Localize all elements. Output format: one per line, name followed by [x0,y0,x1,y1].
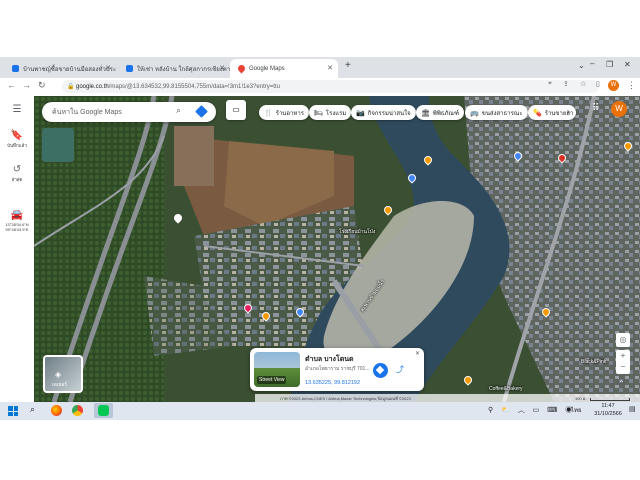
imagery-attribution: ภาพ ©2023 Airbus,CNES / Airbus,Maxar Tec… [280,396,411,401]
chip-transit[interactable]: 🚌 ขนส่งสาธารณะ [465,105,528,120]
tab-title: บ้านพาชญ์ซื้อขายบ้านมือสองทั่วประเทศ [23,66,116,73]
chip-things-to-do[interactable]: 📷 กิจกรรมน่าสนใจ [351,105,416,120]
windows-logo-icon [8,406,13,411]
new-tab-button[interactable]: + [345,60,351,71]
account-avatar[interactable]: W [611,101,627,117]
bookmark-icon: 🔖 [10,130,24,141]
share-icon[interactable]: ⇪ [563,80,569,88]
close-tab-icon[interactable]: ✕ [105,64,111,72]
recent-coords: 13°38'04.6"N 99°48'43.9"E [5,222,29,232]
taskbar-date[interactable]: 31/10/2566 [588,411,628,417]
apps-grid-icon[interactable]: ⠿ [592,103,599,114]
recent-label: ล่าสุด [11,177,23,182]
notification-icon[interactable]: ▤ [629,405,636,413]
firefox-icon[interactable] [51,405,62,416]
history-icon: ↺ [12,164,22,175]
search-icon[interactable]: ⌕ [176,105,181,116]
camera-icon: 📷 [356,109,365,117]
card-coordinates[interactable]: 13.635225, 99.812192 [305,380,360,386]
scale-bar [590,398,630,401]
site-favicon-icon [12,65,19,72]
chevron-down-icon[interactable]: ⌄ [578,61,585,70]
forward-arrow-icon[interactable]: → [22,80,31,90]
chip-museums[interactable]: 🏛 พิพิธภัณฑ์ [416,105,464,120]
share-icon[interactable]: ⤴ [396,364,404,375]
saved-label: บันทึกแล้ว [7,143,27,148]
street-view-thumbnail[interactable]: Street View [254,352,300,387]
back-arrow-icon[interactable]: ← [7,80,16,90]
tab-1[interactable]: บ้านพาชญ์ซื้อขายบ้านมือสองทั่วประเทศ ✕ [4,59,116,78]
reload-icon[interactable]: ↻ [38,80,46,91]
hamburger-menu-button[interactable]: ☰ [0,104,34,116]
line-app-button[interactable] [94,403,113,418]
pill-icon: 💊 [533,109,542,117]
tab-title: ให้เช่า หลังบ้าน ใกล้ศุลกากรเชียงคาน [137,66,230,73]
fork-knife-icon: 🍴 [264,109,273,117]
location-icon[interactable]: ⌖ [548,80,552,88]
layers-button[interactable]: ◈ เลเยอร์ [43,355,83,393]
system-tray-icons[interactable]: ⚲ ⛅ ︿ ▭ ⌨ ◉ [488,405,575,415]
chip-hotels[interactable]: 🛏 โรงแรม [309,105,352,120]
star-icon[interactable]: ☆ [580,80,586,88]
google-maps-favicon-icon [236,63,247,74]
bus-icon: 🚌 [470,109,479,117]
blank-area [0,420,640,480]
menu-icon: ☰ [12,104,22,115]
map-label-cafe[interactable]: Black&Pink [581,359,606,365]
card-subtitle: อำเภอโพธาราม ราชบุรี 701... [305,366,370,372]
lock-icon: 🔒 [67,84,75,90]
directions-icon[interactable] [195,105,208,118]
map-label-bakery[interactable]: Coffee&Bakery [489,386,523,392]
car-icon: 🚘 [10,210,24,221]
address-bar[interactable]: 🔒 google.co.th/maps/@13.634532,99.815550… [62,80,599,93]
expand-icon[interactable]: ⌃ [618,379,625,388]
directions-icon [375,365,385,375]
maps-side-rail: ☰ 🔖 บันทึกแล้ว ↺ ล่าสุด 🚘 13°38'04.6"N 9… [0,96,35,402]
map-label-school[interactable]: โรงเรียนบ้านโป่ง [339,228,375,236]
line-icon [98,405,109,416]
recent-button[interactable]: ↺ ล่าสุด [0,164,34,183]
layers-label: เลเยอร์ [52,382,68,388]
site-favicon-icon [126,65,133,72]
zoom-out-button[interactable]: − [616,361,630,372]
recent-place-item[interactable]: 🚘 13°38'04.6"N 99°48'43.9"E [0,210,34,232]
tab-3-active[interactable]: Google Maps ✕ [230,59,338,78]
taskbar-search-icon[interactable]: ⌕ [30,404,35,415]
zoom-controls: + − [616,350,630,374]
search-box[interactable]: ค้นหาใน Google Maps ⌕ [42,102,216,122]
tab-title: Google Maps [249,65,285,72]
profile-avatar[interactable]: W [608,80,619,91]
chrome-icon[interactable] [72,405,83,416]
chip-restaurants[interactable]: 🍴 ร้านอาหาร [259,105,309,120]
directions-button[interactable] [373,363,388,378]
museum-icon: 🏛 [421,109,430,117]
menu-kebab-icon[interactable]: ⋮ [627,80,636,91]
start-button[interactable] [8,406,18,416]
input-language[interactable]: ไทย [571,405,582,415]
restore-icon[interactable]: ❐ [606,60,613,69]
close-card-icon[interactable]: ✕ [415,350,420,357]
search-input[interactable]: ค้นหาใน Google Maps [52,107,122,118]
hotel-booking-toggle[interactable]: ▭ [226,100,246,120]
url-host: google.co.th [76,83,109,90]
close-window-icon[interactable]: ✕ [624,60,631,69]
scale-label: 100 ม. [575,396,587,401]
minimize-icon[interactable]: – [590,59,594,68]
tab-2[interactable]: ให้เช่า หลังบ้าน ใกล้ศุลกากรเชียงคาน ✕ [118,59,230,78]
my-location-button[interactable]: ◎ [616,333,630,347]
card-title: ตำบล บางโตนด [305,356,354,363]
bed-icon: 🛏 [314,109,323,117]
url-path: /maps/@13.634532,99.8155504,755m/data=!3… [108,83,280,90]
layers-icon: ◈ [55,370,62,379]
saved-button[interactable]: 🔖 บันทึกแล้ว [0,130,34,149]
close-tab-icon[interactable]: ✕ [327,64,333,72]
close-tab-icon[interactable]: ✕ [219,64,225,72]
side-panel-icon[interactable]: ▯ [596,80,600,88]
street-view-label: Street View [257,376,287,384]
zoom-in-button[interactable]: + [616,350,630,361]
chip-scroll-right-icon[interactable]: › [567,107,570,116]
taskbar-time[interactable]: 11:47 [596,403,620,409]
